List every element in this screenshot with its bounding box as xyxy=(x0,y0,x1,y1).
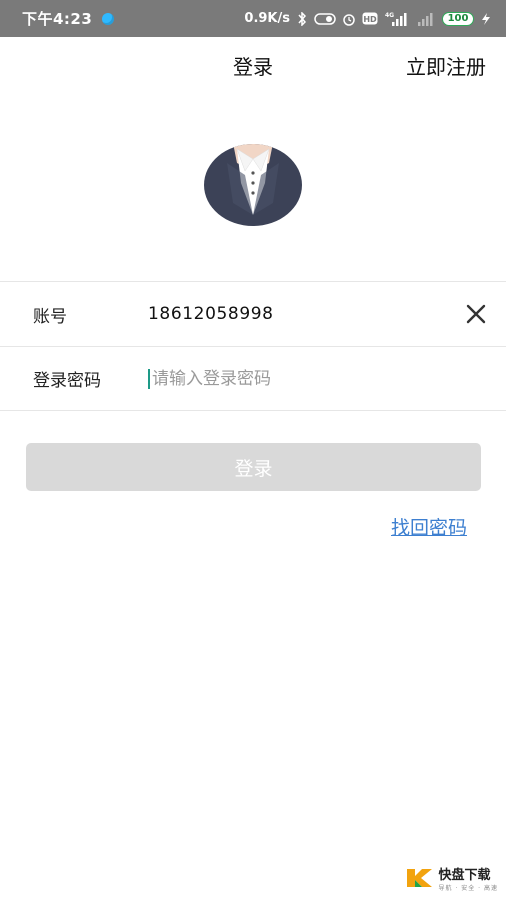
status-bar: 下午4:23 0.9K/s HD 4G 100 xyxy=(0,0,506,37)
alarm-icon xyxy=(342,12,356,26)
hd-label: HD xyxy=(363,15,377,24)
watermark: 快盘下载 导航 · 安全 · 高速 xyxy=(405,864,498,892)
watermark-brand: 快盘下载 xyxy=(438,868,491,883)
title-bar: 登录 立即注册 xyxy=(0,37,506,93)
signal-secondary-icon xyxy=(416,12,436,26)
app-notification-icon xyxy=(102,12,115,25)
login-button[interactable]: 登录 xyxy=(26,443,481,491)
avatar xyxy=(203,143,303,227)
toggle-icon xyxy=(314,12,336,25)
password-input[interactable] xyxy=(148,368,448,389)
account-label: 账号 xyxy=(33,306,67,327)
password-label: 登录密码 xyxy=(33,371,101,391)
status-icons: 0.9K/s HD 4G 100 xyxy=(244,11,492,27)
clear-icon[interactable] xyxy=(464,302,488,326)
signal-4g-icon: 4G xyxy=(384,11,410,27)
bluetooth-icon xyxy=(296,11,308,26)
hd-icon: HD xyxy=(362,12,378,25)
charging-icon xyxy=(480,12,492,26)
account-input[interactable]: 18612058998 xyxy=(148,304,274,324)
network-speed: 0.9K/s xyxy=(244,11,290,26)
register-link[interactable]: 立即注册 xyxy=(406,51,486,80)
battery-icon: 100 xyxy=(442,11,474,26)
login-form: 账号 18612058998 登录密码 xyxy=(0,281,506,411)
status-time: 下午4:23 xyxy=(22,10,93,28)
account-row: 账号 18612058998 xyxy=(0,281,506,346)
watermark-tagline: 导航 · 安全 · 高速 xyxy=(438,885,498,892)
network-label: 4G xyxy=(385,12,394,19)
password-row: 登录密码 xyxy=(0,346,506,411)
watermark-text: 快盘下载 导航 · 安全 · 高速 xyxy=(439,864,498,892)
forgot-password-link[interactable]: 找回密码 xyxy=(391,513,467,540)
brand-logo-icon xyxy=(405,867,435,889)
